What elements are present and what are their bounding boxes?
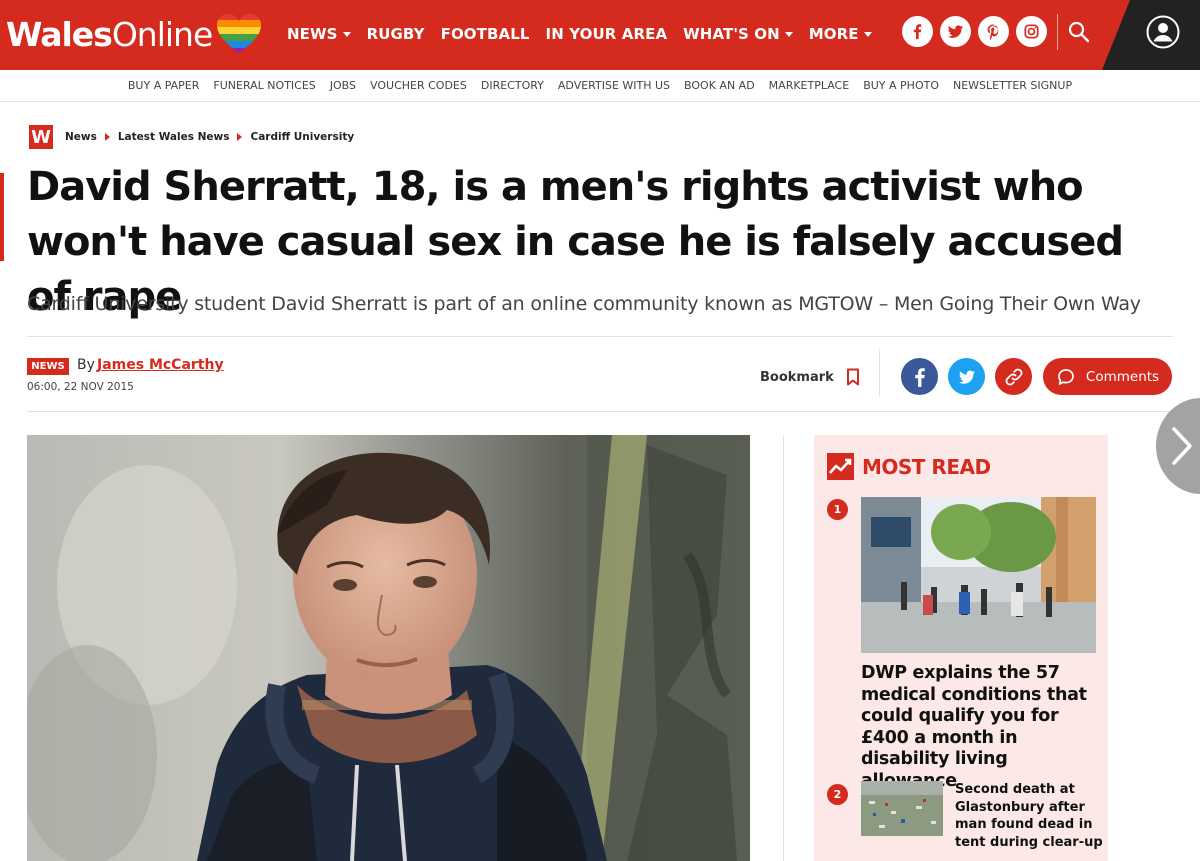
nav-in-your-area[interactable]: IN YOUR AREA xyxy=(546,25,668,43)
subnav-directory[interactable]: DIRECTORY xyxy=(481,79,544,92)
breadcrumb-cardiff-university[interactable]: Cardiff University xyxy=(250,131,354,143)
nav-rugby[interactable]: RUGBY xyxy=(367,25,425,43)
column-divider xyxy=(783,435,784,861)
subnav-voucher-codes[interactable]: VOUCHER CODES xyxy=(370,79,467,92)
breadcrumb: W News Latest Wales News Cardiff Univers… xyxy=(29,125,354,149)
link-icon xyxy=(1005,368,1022,385)
top-navigation-bar: WalesOnline NEWS RUGBY FOOTBALL IN YOUR … xyxy=(0,0,1200,70)
trending-chart-icon xyxy=(827,453,854,480)
most-read-image-2[interactable] xyxy=(861,781,943,836)
search-icon[interactable] xyxy=(1066,19,1092,45)
most-read-headline-1[interactable]: DWP explains the 57 medical conditions t… xyxy=(861,663,1101,792)
chevron-right-icon xyxy=(1172,427,1192,465)
chevron-right-icon xyxy=(237,133,243,141)
bookmark-label: Bookmark xyxy=(760,369,834,385)
category-tag[interactable]: NEWS xyxy=(27,358,69,375)
most-read-panel: MOST READ 1 DWP explains the 57 medical … xyxy=(814,435,1108,861)
rainbow-heart-icon xyxy=(217,14,262,53)
most-read-title: MOST READ xyxy=(862,454,991,479)
site-badge[interactable]: W xyxy=(29,125,53,149)
account-icon[interactable] xyxy=(1145,14,1181,50)
nav-whats-on[interactable]: WHAT'S ON xyxy=(683,25,793,43)
article-hero-image[interactable] xyxy=(27,435,750,861)
author-link[interactable]: James McCarthy xyxy=(97,357,224,373)
subnav-advertise-with-us[interactable]: ADVERTISE WITH US xyxy=(558,79,670,92)
rank-badge: 2 xyxy=(827,784,848,805)
bookmark-button[interactable]: Bookmark xyxy=(760,368,860,386)
twitter-icon xyxy=(958,370,975,384)
chevron-right-icon xyxy=(104,133,110,141)
facebook-icon xyxy=(914,367,925,387)
subnav-buy-a-photo[interactable]: BUY A PHOTO xyxy=(863,79,939,92)
comments-label: Comments xyxy=(1085,368,1160,385)
nav-more[interactable]: MORE xyxy=(809,25,872,43)
subnav-buy-a-paper[interactable]: BUY A PAPER xyxy=(128,79,200,92)
divider xyxy=(27,411,1173,412)
nav-divider xyxy=(1057,14,1058,50)
logo-wordmark: WalesOnline xyxy=(6,14,213,54)
share-facebook-button[interactable] xyxy=(901,358,938,395)
copy-link-button[interactable] xyxy=(995,358,1032,395)
waleso-logo[interactable]: WalesOnline xyxy=(6,12,262,56)
twitter-icon[interactable] xyxy=(940,16,971,47)
most-read-image-1[interactable] xyxy=(861,497,1096,653)
nav-news[interactable]: NEWS xyxy=(287,25,351,43)
subnav-jobs[interactable]: JOBS xyxy=(330,79,356,92)
byline-label: By xyxy=(77,357,95,373)
publish-date: 06:00, 22 NOV 2015 xyxy=(27,381,134,393)
comment-bubble-icon xyxy=(1058,368,1074,385)
article-standfirst: Cardiff University student David Sherrat… xyxy=(27,293,1141,315)
chevron-down-icon xyxy=(342,31,351,37)
social-links xyxy=(902,16,1047,47)
bookmark-icon xyxy=(846,368,859,386)
most-read-headline-2[interactable]: Second death at Glastonbury after man fo… xyxy=(955,781,1105,851)
headline-accent-bar xyxy=(0,173,4,261)
chevron-down-icon xyxy=(784,31,793,37)
main-nav: NEWS RUGBY FOOTBALL IN YOUR AREA WHAT'S … xyxy=(287,0,888,68)
rank-badge: 1 xyxy=(827,499,848,520)
share-twitter-button[interactable] xyxy=(948,358,985,395)
pinterest-icon[interactable] xyxy=(978,16,1009,47)
hero-photo xyxy=(27,435,750,861)
subnav-newsletter-signup[interactable]: NEWSLETTER SIGNUP xyxy=(953,79,1072,92)
breadcrumb-latest-wales-news[interactable]: Latest Wales News xyxy=(118,131,230,143)
secondary-nav: BUY A PAPER FUNERAL NOTICES JOBS VOUCHER… xyxy=(0,70,1200,102)
subnav-book-an-ad[interactable]: BOOK AN AD xyxy=(684,79,755,92)
chevron-down-icon xyxy=(863,31,872,37)
comments-button[interactable]: Comments xyxy=(1043,358,1172,395)
breadcrumb-news[interactable]: News xyxy=(65,131,97,143)
most-read-heading: MOST READ xyxy=(827,453,991,480)
festival-field-photo xyxy=(861,781,943,836)
divider xyxy=(27,336,1173,337)
facebook-icon[interactable] xyxy=(902,16,933,47)
instagram-icon[interactable] xyxy=(1016,16,1047,47)
subnav-marketplace[interactable]: MARKETPLACE xyxy=(769,79,850,92)
subnav-funeral-notices[interactable]: FUNERAL NOTICES xyxy=(213,79,315,92)
next-article-button[interactable] xyxy=(1156,398,1200,494)
nav-football[interactable]: FOOTBALL xyxy=(441,25,530,43)
action-divider xyxy=(879,349,880,397)
street-photo xyxy=(861,497,1096,653)
